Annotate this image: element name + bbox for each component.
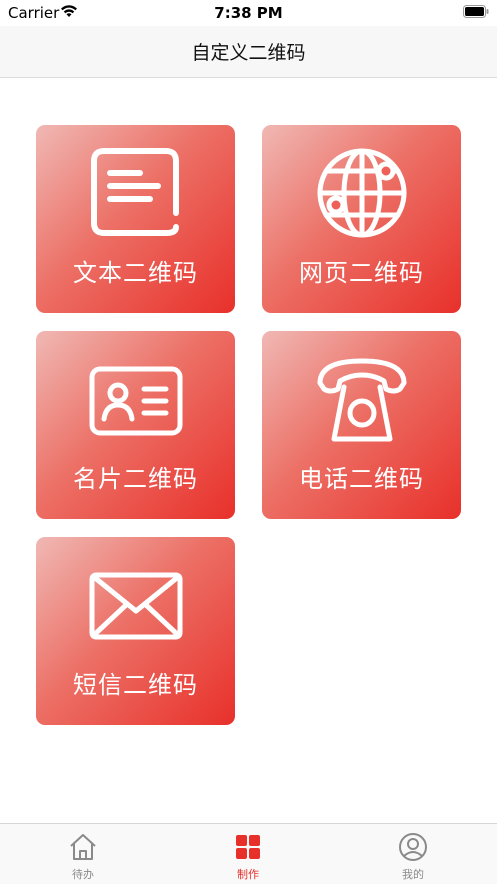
card-label: 网页二维码: [299, 259, 424, 287]
status-bar: Carrier 7:38 PM: [0, 0, 497, 26]
card-business-card-qrcode[interactable]: 名片二维码: [36, 331, 235, 519]
tab-label: 制作: [237, 868, 259, 881]
card-label: 电话二维码: [299, 465, 424, 493]
card-label: 短信二维码: [73, 671, 198, 699]
card-web-qrcode[interactable]: 网页二维码: [262, 125, 461, 313]
tab-todo[interactable]: 待办: [23, 824, 143, 884]
clock-time: 7:38 PM: [214, 4, 283, 22]
card-label: 名片二维码: [73, 465, 198, 493]
card-text-qrcode[interactable]: 文本二维码: [36, 125, 235, 313]
tab-bar: 待办 制作 我的: [0, 823, 497, 884]
telephone-icon: [317, 358, 406, 442]
tab-label: 我的: [402, 868, 424, 881]
home-icon: [70, 834, 96, 860]
tab-mine[interactable]: 我的: [353, 824, 473, 884]
envelope-icon: [89, 572, 182, 640]
page-title: 自定义二维码: [191, 42, 306, 64]
globe-icon: [317, 148, 406, 238]
user-icon: [399, 833, 427, 861]
business-card-icon: [89, 366, 182, 436]
battery-icon: [463, 5, 489, 18]
card-phone-qrcode[interactable]: 电话二维码: [262, 331, 461, 519]
grid-icon: [236, 835, 260, 859]
card-label: 文本二维码: [73, 259, 198, 287]
tab-make[interactable]: 制作: [188, 824, 308, 884]
navigation-bar: 自定义二维码: [0, 26, 497, 78]
card-sms-qrcode[interactable]: 短信二维码: [36, 537, 235, 725]
tab-label: 待办: [72, 868, 94, 881]
text-document-icon: [90, 148, 179, 236]
